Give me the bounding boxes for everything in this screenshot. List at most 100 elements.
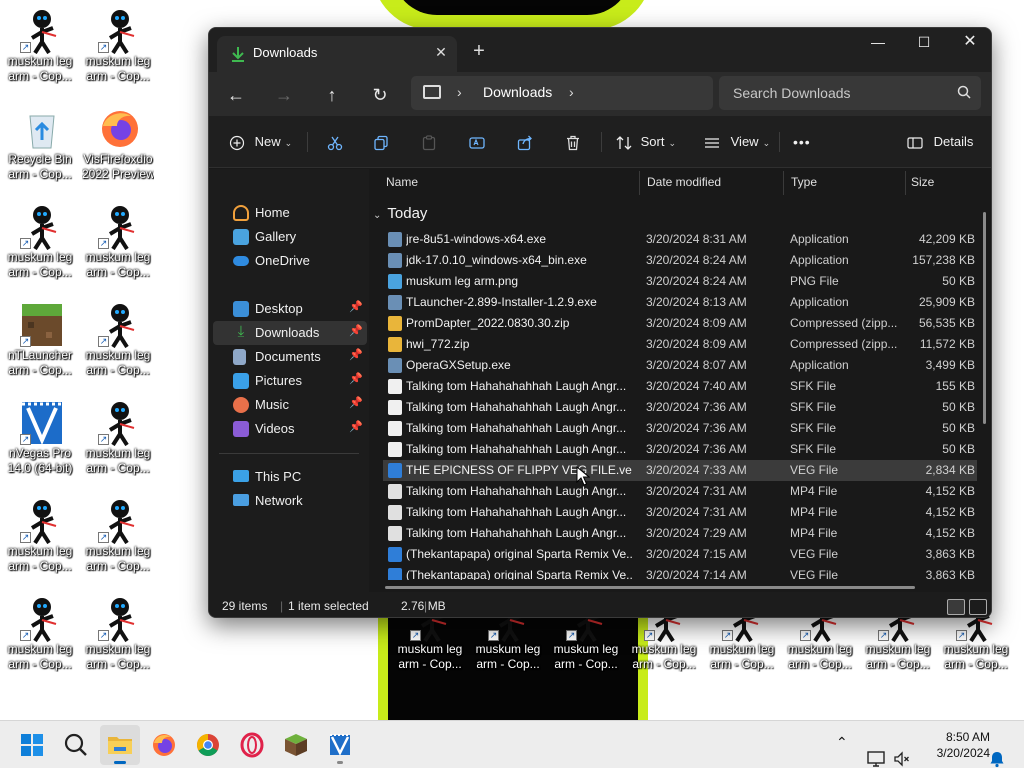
desktop-icon[interactable]: muskum leg arm - Cop... ↗ (82, 200, 154, 296)
sidebar-item-gallery[interactable]: Gallery (213, 225, 367, 249)
copy-button[interactable] (372, 130, 390, 154)
desktop-icon[interactable]: muskum leg arm - Cop... ↗ (82, 494, 154, 590)
file-row[interactable]: Talking tom Hahahahahhah Laugh Angr... 3/… (383, 481, 977, 502)
taskbar-vegas-pro[interactable] (320, 725, 360, 765)
clock[interactable]: 8:50 AM 3/20/2024 (918, 729, 990, 761)
taskbar-file-explorer[interactable] (100, 725, 140, 765)
tab-downloads[interactable]: Downloads ✕ (217, 36, 457, 72)
maximize-button[interactable]: ☐ (901, 28, 947, 58)
horizontal-scrollbar[interactable] (385, 586, 915, 589)
sidebar-item-network[interactable]: Network (213, 489, 367, 513)
pin-icon[interactable]: 📌 (349, 300, 363, 313)
sidebar-item-pictures[interactable]: Pictures 📌 (213, 369, 367, 393)
desktop-icon[interactable]: muskum leg arm - Cop... ↗ (82, 592, 154, 688)
desktop-icon[interactable]: muskum leg arm - Cop... ↗ (4, 592, 76, 688)
taskbar-chrome[interactable] (188, 725, 228, 765)
file-row[interactable]: THE EPICNESS OF FLIPPY VEG FILE.veg 3/20/… (383, 460, 977, 481)
file-row[interactable]: (Thekantapapa) original Sparta Remix Ve.… (383, 544, 977, 565)
cut-button[interactable] (326, 130, 344, 154)
sidebar-item-onedrive[interactable]: OneDrive (213, 249, 367, 273)
forward-button[interactable]: → (267, 78, 301, 112)
desktop-icon[interactable]: nTLauncher arm - Cop... ↗ (4, 298, 76, 394)
sidebar-item-home[interactable]: Home (213, 201, 367, 225)
up-button[interactable]: ↑ (315, 78, 349, 112)
file-row[interactable]: Talking tom Hahahahahhah Laugh Angr... 3/… (383, 502, 977, 523)
desktop-icon[interactable]: VisFirefoxdio 2022 Preview (82, 102, 154, 198)
sidebar-item-desktop[interactable]: Desktop 📌 (213, 297, 367, 321)
pin-icon[interactable]: 📌 (349, 324, 363, 337)
file-row[interactable]: OperaGXSetup.exe 3/20/2024 8:07 AM Applica… (383, 355, 977, 376)
desktop-icon[interactable]: muskum leg arm - Cop... ↗ (4, 200, 76, 296)
pin-icon[interactable]: 📌 (349, 396, 363, 409)
pin-icon[interactable]: 📌 (349, 348, 363, 361)
file-row[interactable]: TLauncher-2.899-Installer-1.2.9.exe 3/20/… (383, 292, 977, 313)
file-row[interactable]: Talking tom Hahahahahhah Laugh Angr... 3/… (383, 439, 977, 460)
desktop-icon[interactable]: muskum leg arm - Cop... ↗ (82, 396, 154, 492)
back-button[interactable]: ← (219, 78, 253, 112)
file-row[interactable]: PromDapter_2022.0830.30.zip 3/20/2024 8:0… (383, 313, 977, 334)
paste-button[interactable] (420, 130, 438, 154)
file-row[interactable]: muskum leg arm.png 3/20/2024 8:24 AM PNG F… (383, 271, 977, 292)
start-button[interactable] (12, 725, 52, 765)
file-row[interactable]: Talking tom Hahahahahhah Laugh Angr... 3/… (383, 418, 977, 439)
close-tab-icon[interactable]: ✕ (431, 42, 451, 62)
file-row[interactable]: jre-8u51-windows-x64.exe 3/20/2024 8:31 A… (383, 229, 977, 250)
column-divider[interactable] (783, 171, 784, 195)
desktop-icon[interactable]: muskum leg arm - Cop... ↗ (4, 494, 76, 590)
desktop-icon[interactable]: muskum leg arm - Cop... ↗ (82, 298, 154, 394)
file-row[interactable]: Talking tom Hahahahahhah Laugh Angr... 3/… (383, 376, 977, 397)
breadcrumb-downloads[interactable]: Downloads (483, 84, 552, 100)
search-icon[interactable] (957, 85, 971, 99)
desktop-icon[interactable]: Recycle Bin arm - Cop... (4, 102, 76, 198)
new-button[interactable]: New ⌄ (229, 130, 292, 154)
file-row[interactable]: jdk-17.0.10_windows-x64_bin.exe 3/20/2024… (383, 250, 977, 271)
taskbar-minecraft[interactable] (276, 725, 316, 765)
column-divider[interactable] (639, 171, 640, 195)
sort-button[interactable]: Sort ⌄ (615, 130, 676, 154)
network-monitor-icon[interactable] (866, 735, 886, 768)
desktop-icon[interactable]: muskum leg arm - Cop... ↗ (4, 4, 76, 100)
details-button[interactable]: Details (906, 130, 973, 154)
column-name[interactable]: Name (386, 175, 418, 189)
rename-button[interactable] (468, 130, 486, 154)
volume-muted-icon[interactable] (892, 735, 912, 768)
new-tab-button[interactable]: + (467, 40, 491, 64)
close-window-button[interactable]: ✕ (947, 28, 991, 58)
sidebar-item-documents[interactable]: Documents 📌 (213, 345, 367, 369)
minimize-button[interactable]: — (855, 28, 901, 58)
sidebar-item-this-pc[interactable]: This PC (213, 465, 367, 489)
vertical-scrollbar[interactable] (983, 212, 986, 424)
breadcrumb[interactable]: › Downloads › (411, 76, 713, 110)
file-row[interactable]: Talking tom Hahahahahhah Laugh Angr... 3/… (383, 523, 977, 544)
pin-icon[interactable]: 📌 (349, 420, 363, 433)
sidebar-item-music[interactable]: Music 📌 (213, 393, 367, 417)
view-button[interactable]: View ⌄ (703, 130, 770, 154)
share-button[interactable] (516, 130, 534, 154)
chevron-up-icon[interactable]: ⌃ (836, 734, 848, 768)
search-button[interactable] (56, 725, 96, 765)
desktop-icon[interactable]: muskum leg arm - Cop... ↗ (82, 4, 154, 100)
group-header-today[interactable]: ⌄ Today (373, 205, 427, 222)
sidebar-item-videos[interactable]: Videos 📌 (213, 417, 367, 441)
column-size[interactable]: Size (911, 175, 934, 189)
search-input[interactable] (719, 76, 949, 110)
file-row[interactable]: (Thekantapapa) original Sparta Remix Ve.… (383, 565, 977, 580)
desktop-icon[interactable]: nVegas Pro 14.0 (64-bit) ↗ (4, 396, 76, 492)
column-type[interactable]: Type (791, 175, 817, 189)
more-options-button[interactable]: ••• (793, 130, 811, 154)
file-row[interactable]: Talking tom Hahahahahhah Laugh Angr... 3/… (383, 397, 977, 418)
pin-icon[interactable]: 📌 (349, 372, 363, 385)
chevron-right-icon[interactable]: › (457, 84, 462, 100)
taskbar-opera-gx[interactable] (232, 725, 272, 765)
notification-bell-icon[interactable] (988, 735, 1006, 768)
tiles-view-button[interactable] (969, 599, 987, 615)
refresh-button[interactable]: ↻ (363, 78, 397, 112)
delete-button[interactable] (564, 130, 582, 154)
title-bar[interactable]: Downloads ✕ + — ☐ ✕ (209, 28, 991, 72)
search-box[interactable] (719, 76, 981, 110)
chevron-down-icon[interactable]: ⌄ (373, 210, 381, 221)
taskbar-firefox[interactable] (144, 725, 184, 765)
sidebar-item-downloads[interactable]: ⤓ Downloads 📌 (213, 321, 367, 345)
column-date[interactable]: Date modified (647, 175, 721, 189)
details-view-button[interactable] (947, 599, 965, 615)
